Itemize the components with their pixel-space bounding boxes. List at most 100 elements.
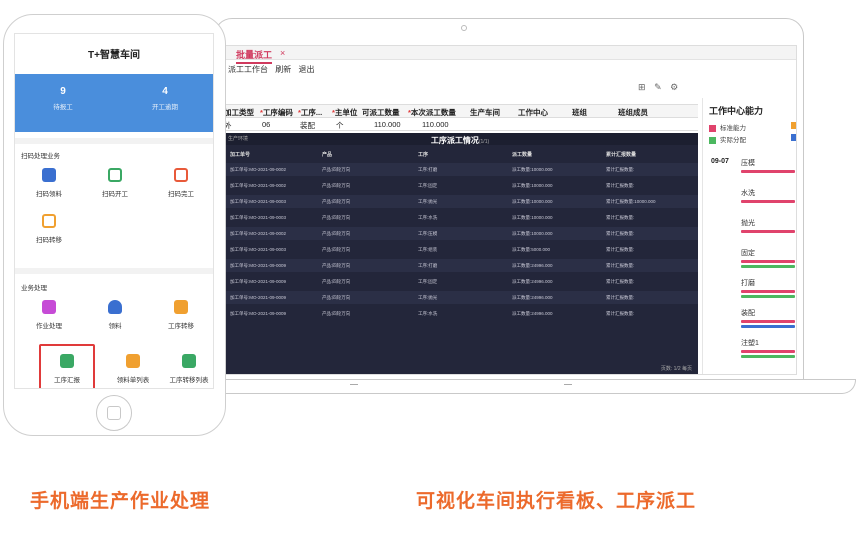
dashboard-row[interactable]: 加工单号:MO-2021-09-0002 产品:四轮万向 工序:固定 派工数量:100… bbox=[222, 179, 698, 192]
settings-icon[interactable]: ⚙ bbox=[670, 82, 678, 92]
standard-capacity-bar bbox=[741, 350, 795, 353]
col-workshop[interactable]: 生产车间 bbox=[470, 107, 500, 118]
phone-screen: T+智慧车间 9 待报工 4 开工逾期 扫码处理业务 扫码领料 扫码开工 扫码完… bbox=[14, 33, 214, 389]
tile-pick-list[interactable]: 领料单列表 bbox=[105, 354, 161, 384]
stat-pending-report[interactable]: 9 待报工 bbox=[23, 86, 103, 111]
base-foot-right bbox=[564, 384, 572, 385]
tile-transfer-list[interactable]: 工序转移列表 bbox=[161, 354, 213, 384]
dash-col-dispatch-qty: 派工数量 bbox=[512, 152, 533, 158]
dashboard-cell: 加工单号:MO-2021-09-0009 bbox=[230, 263, 287, 268]
dashboard-row[interactable]: 加工单号:MO-2021-09-0003 产品:四轮万向 工序:水洗 派工数量:100… bbox=[222, 211, 698, 224]
dashboard-row[interactable]: 加工单号:MO-2021-09-0002 产品:四轮万向 工序:打磨 派工数量:100… bbox=[222, 163, 698, 176]
col-this-dispatch-qty[interactable]: *本次派工数量 bbox=[408, 107, 456, 118]
standard-capacity-bar bbox=[741, 230, 795, 233]
home-button[interactable] bbox=[96, 395, 132, 431]
col-op-name[interactable]: *工序... bbox=[298, 107, 322, 118]
dashboard-row[interactable]: 加工单号:MO-2021-09-0003 产品:四轮万向 工序:抛光 派工数量:100… bbox=[222, 195, 698, 208]
menu-bar: 派工工作台 刷新 退出 bbox=[228, 64, 319, 75]
col-work-center[interactable]: 工作中心 bbox=[518, 107, 548, 118]
dashboard-row[interactable]: 加工单号:MO-2021-09-0009 产品:四轮万向 工序:抛光 派工数量:249… bbox=[222, 291, 698, 304]
caption-mobile: 手机端生产作业处理 bbox=[30, 491, 211, 512]
dashboard-row[interactable]: 加工单号:MO-2021-09-0009 产品:四轮万向 工序:打磨 派工数量:249… bbox=[222, 259, 698, 272]
base-foot-left bbox=[350, 384, 358, 385]
menu-refresh[interactable]: 刷新 bbox=[275, 65, 291, 74]
job-processing-icon bbox=[42, 300, 56, 314]
tab-batch-dispatch[interactable]: 批量派工 bbox=[236, 48, 273, 64]
dashboard-cell: 派工数量:24996.000 bbox=[512, 263, 553, 268]
dashboard-cell: 产品:四轮万向 bbox=[322, 311, 351, 316]
cell-this-dispatch-qty[interactable]: 110.000 bbox=[422, 120, 449, 129]
camera-icon bbox=[461, 25, 467, 31]
tile-material-pick[interactable]: 领料 bbox=[87, 300, 143, 330]
dashboard-row[interactable]: 加工单号:MO-2021-09-0002 产品:四轮万向 工序:压模 派工数量:100… bbox=[222, 227, 698, 240]
col-main-unit[interactable]: *主单位 bbox=[332, 107, 357, 118]
dashboard-cell: 工序:压模 bbox=[418, 231, 438, 236]
laptop-frame: 批量派工 × 派工工作台 刷新 退出 ⊞ ✎ ⚙ 加工类型 *工序编码 *工序.… bbox=[214, 18, 804, 380]
menu-dispatch-workbench[interactable]: 派工工作台 bbox=[228, 65, 268, 74]
col-dispatchable-qty[interactable]: 可派工数量 bbox=[362, 107, 400, 118]
work-center-label: 水洗 bbox=[741, 190, 755, 197]
tile-scan-transfer[interactable]: 扫码转移 bbox=[21, 214, 77, 244]
dashboard-cell: 累计汇报数量: bbox=[606, 311, 635, 316]
material-pick-icon bbox=[108, 300, 122, 314]
edit-icon[interactable]: ✎ bbox=[654, 82, 662, 92]
highlight-box bbox=[39, 344, 95, 388]
col-team-members[interactable]: 班组成员 bbox=[618, 107, 648, 118]
stats-banner: 9 待报工 4 开工逾期 bbox=[15, 74, 213, 132]
actual-allocation-bar bbox=[741, 355, 795, 358]
dash-col-order: 加工单号 bbox=[230, 152, 251, 158]
dashboard-cell: 产品:四轮万向 bbox=[322, 231, 351, 236]
tile-scan-pick[interactable]: 扫码领料 bbox=[21, 168, 77, 198]
divider bbox=[15, 138, 213, 144]
dashboard-cell: 派工数量:24996.000 bbox=[512, 279, 553, 284]
tile-job-processing[interactable]: 作业处理 bbox=[21, 300, 77, 330]
dashboard-cell: 累计汇报数量: bbox=[606, 263, 635, 268]
dashboard-pager[interactable]: 页数: 1/2 每页 bbox=[661, 365, 692, 372]
dashboard-cell: 派工数量:10000.000 bbox=[512, 183, 553, 188]
dashboard-cell: 产品:四轮万向 bbox=[322, 295, 351, 300]
dashboard-row[interactable]: 加工单号:MO-2021-09-0003 产品:四轮万向 工序:组装 派工数量:500… bbox=[222, 243, 698, 256]
tile-process-transfer[interactable]: 工序转移 bbox=[153, 300, 209, 330]
standard-capacity-bar bbox=[741, 200, 795, 203]
dashboard-cell: 累计汇报数量:10000.000 bbox=[606, 199, 656, 204]
col-op-code[interactable]: *工序编码 bbox=[260, 107, 293, 118]
dashboard-cell: 工序:固定 bbox=[418, 183, 438, 188]
tile-scan-start[interactable]: 扫码开工 bbox=[87, 168, 143, 198]
tab-bar: 批量派工 × bbox=[222, 46, 796, 64]
scan-pick-icon bbox=[42, 168, 56, 182]
caption-dashboard: 可视化车间执行看板、工序派工 bbox=[416, 491, 697, 512]
work-center-label: 压模 bbox=[741, 160, 755, 167]
grid-header: 加工类型 *工序编码 *工序... *主单位 可派工数量 *本次派工数量 生产车… bbox=[222, 104, 698, 118]
dashboard-cell: 工序:打磨 bbox=[418, 167, 438, 172]
divider bbox=[15, 268, 213, 274]
dash-col-product: 产品 bbox=[322, 152, 333, 158]
dashboard-cell: 加工单号:MO-2021-09-0002 bbox=[230, 183, 287, 188]
col-team[interactable]: 班组 bbox=[572, 107, 587, 118]
laptop-base bbox=[180, 380, 856, 394]
table-row[interactable]: 外 06 装配 个 110.000 110.000 bbox=[222, 119, 698, 131]
dashboard-cell: 加工单号:MO-2021-09-0003 bbox=[230, 247, 287, 252]
dash-col-reported-qty: 累计汇报数量 bbox=[606, 152, 637, 158]
work-center-label: 注塑1 bbox=[741, 340, 759, 347]
dashboard-cell: 加工单号:MO-2021-09-0002 bbox=[230, 167, 287, 172]
menu-exit[interactable]: 退出 bbox=[298, 65, 314, 74]
dashboard-cell: 产品:四轮万向 bbox=[322, 215, 351, 220]
actual-allocation-bar bbox=[741, 325, 795, 328]
filter-icon[interactable]: ⊞ bbox=[638, 82, 646, 92]
cell-op-code[interactable]: 06 bbox=[262, 120, 270, 129]
scan-finish-icon bbox=[174, 168, 188, 182]
stat-overdue-start[interactable]: 4 开工逾期 bbox=[125, 86, 205, 111]
dashboard-cell: 工序:水洗 bbox=[418, 215, 438, 220]
dashboard-row[interactable]: 加工单号:MO-2021-09-0009 产品:四轮万向 工序:水洗 派工数量:249… bbox=[222, 307, 698, 320]
close-icon[interactable]: × bbox=[280, 48, 285, 58]
dashboard-cell: 工序:组装 bbox=[418, 247, 438, 252]
section-business: 业务处理 bbox=[21, 285, 47, 292]
actual-allocation-bar bbox=[741, 265, 795, 268]
work-center-label: 抛光 bbox=[741, 220, 755, 227]
dashboard-cell: 产品:四轮万向 bbox=[322, 263, 351, 268]
dashboard-row[interactable]: 加工单号:MO-2021-09-0009 产品:四轮万向 工序:固定 派工数量:249… bbox=[222, 275, 698, 288]
tile-scan-finish[interactable]: 扫码完工 bbox=[153, 168, 209, 198]
dashboard-cell: 产品:四轮万向 bbox=[322, 167, 351, 172]
col-process-type[interactable]: 加工类型 bbox=[224, 107, 254, 118]
dashboard-columns: 加工单号 产品 工序 派工数量 累计汇报数量 bbox=[222, 149, 698, 160]
